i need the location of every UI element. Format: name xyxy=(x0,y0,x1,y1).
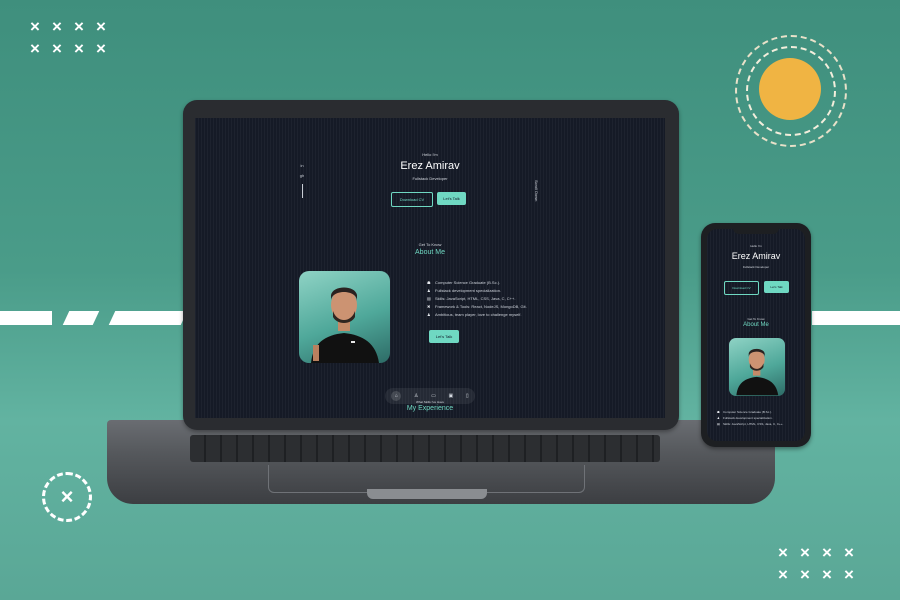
about-title: About Me xyxy=(743,322,769,328)
list-item: ✖ Framework & Tools: React, NodeJS, Mongo… xyxy=(427,303,527,311)
person-photo-icon xyxy=(311,287,379,363)
about-list: ☗ Computer Science Graduate (B.Sc.). ♟ Ful… xyxy=(427,279,527,319)
greeting-text: Hello I'm xyxy=(750,244,762,248)
nav-book-icon[interactable]: ▭ xyxy=(431,393,436,399)
hero-role: Fullstack Developer xyxy=(412,176,448,181)
sun-icon xyxy=(759,58,821,120)
hero-role: Fullstack Developer xyxy=(742,265,770,269)
close-circle-icon: × xyxy=(42,472,92,522)
nav-briefcase-icon[interactable]: ▣ xyxy=(449,393,454,399)
stripe-right xyxy=(812,311,900,325)
hero-name: Erez Amirav xyxy=(400,160,460,172)
linkedin-icon[interactable]: in xyxy=(298,161,306,171)
list-item: ♟ Ambitious, team player, love to challen… xyxy=(427,311,527,319)
profile-photo xyxy=(729,338,785,396)
stripe-left xyxy=(0,311,52,325)
tools-icon: ✖ xyxy=(427,304,431,309)
laptop-screen: Hello I'm Erez Amirav Fullstack Develope… xyxy=(195,118,665,418)
close-icon: × xyxy=(60,484,74,509)
x-mark: × xyxy=(844,543,854,562)
about-list: ☗ Computer Science Graduate (B.Sc.). ♟ Ful… xyxy=(717,409,783,427)
about-kicker: Get To Know xyxy=(747,317,765,321)
nav-message-icon[interactable]: ▯ xyxy=(466,393,469,399)
x-mark: × xyxy=(822,543,832,562)
phone-screen: Hello I'm Erez Amirav Fullstack Develope… xyxy=(707,229,805,441)
person-photo-icon xyxy=(736,348,779,396)
x-mark: × xyxy=(52,17,62,36)
stripe-dash-2 xyxy=(108,311,188,325)
graduation-icon: ☗ xyxy=(427,280,431,285)
x-mark: × xyxy=(800,543,810,562)
laptop-hinge-notch xyxy=(367,489,487,499)
x-mark: × xyxy=(30,17,40,36)
hero-name: Erez Amirav xyxy=(731,251,781,261)
profile-photo xyxy=(299,271,390,363)
list-item-text: Skills: JavaScript, HTML, CSS, Java, C, … xyxy=(723,422,784,426)
x-mark: × xyxy=(778,565,788,584)
x-mark: × xyxy=(96,17,106,36)
list-item-text: Fullstack development specialization. xyxy=(435,288,502,293)
social-links: in gh xyxy=(298,161,306,198)
x-mark: × xyxy=(30,39,40,58)
x-mark: × xyxy=(74,39,84,58)
x-pattern-bottom-right: × × × × × × × × xyxy=(772,544,860,584)
greeting-text: Hello I'm xyxy=(422,152,438,157)
about-kicker: Get To Know xyxy=(418,242,442,247)
social-divider xyxy=(301,184,303,198)
code-icon: ▤ xyxy=(427,296,431,301)
person-icon: ♟ xyxy=(427,312,431,317)
experience-title: My Experience xyxy=(406,405,454,412)
x-mark: × xyxy=(96,39,106,58)
download-cv-button[interactable]: Download CV xyxy=(724,281,759,295)
list-item-text: Computer Science Graduate (B.Sc.). xyxy=(435,280,501,285)
phone-notch xyxy=(733,226,779,234)
stripe-dash-1 xyxy=(62,311,100,325)
list-item: ▤ Skills: JavaScript, HTML, CSS, Java, C,… xyxy=(717,421,783,427)
lets-talk-button[interactable]: Let's Talk xyxy=(437,192,466,205)
list-item: ☗ Computer Science Graduate (B.Sc.). xyxy=(427,279,527,287)
download-cv-button[interactable]: Download CV xyxy=(391,192,433,207)
x-mark: × xyxy=(74,17,84,36)
x-mark: × xyxy=(822,565,832,584)
list-item: ▤ Skills: JavaScript, HTML, CSS, Java, C,… xyxy=(427,295,527,303)
laptop-keyboard xyxy=(190,435,660,462)
x-pattern-top-left: × × × × × × × × xyxy=(24,18,112,58)
nav-user-icon[interactable]: ♙ xyxy=(414,393,418,399)
list-item-text: Skills: JavaScript, HTML, CSS, Java, C, … xyxy=(435,296,516,301)
list-item-text: Ambitious, team player, love to challeng… xyxy=(435,312,522,317)
x-mark: × xyxy=(800,565,810,584)
x-mark: × xyxy=(778,543,788,562)
github-icon[interactable]: gh xyxy=(298,171,306,181)
about-lets-talk-button[interactable]: Let's Talk xyxy=(429,330,459,343)
list-item: ♟ Fullstack development specialization. xyxy=(427,287,527,295)
experience-kicker: What Skills I've Have xyxy=(415,400,445,404)
lets-talk-button[interactable]: Let's Talk xyxy=(764,281,789,293)
user-icon: ♟ xyxy=(427,288,431,293)
list-item-text: Framework & Tools: React, NodeJS, MongoD… xyxy=(435,304,527,309)
about-title: About Me xyxy=(415,249,445,256)
x-mark: × xyxy=(844,565,854,584)
scroll-down-link[interactable]: Scroll Down xyxy=(534,180,539,201)
x-mark: × xyxy=(52,39,62,58)
